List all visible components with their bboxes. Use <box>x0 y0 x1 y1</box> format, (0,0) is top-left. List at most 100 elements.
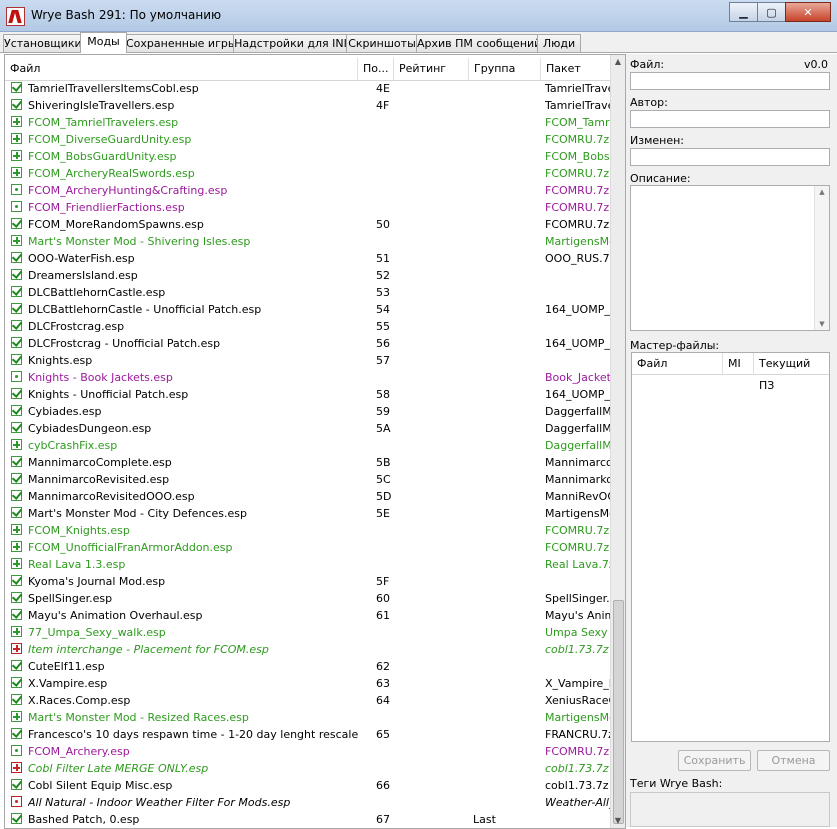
mod-row[interactable]: Mart's Monster Mod - Resized Races.esp Ma… <box>5 709 610 726</box>
mod-row[interactable]: Cybiades.esp 59 DaggerfallMe <box>5 403 610 420</box>
description-scrollbar[interactable]: ▲ ▼ <box>814 186 829 330</box>
checkbox-checked-icon[interactable] <box>11 422 22 433</box>
checkbox-red-plus-icon[interactable] <box>11 643 22 654</box>
file-name-field[interactable] <box>630 72 830 90</box>
checkbox-checked-icon[interactable] <box>11 728 22 739</box>
close-button[interactable]: ✕ <box>785 2 831 22</box>
column-package[interactable]: Пакет <box>541 58 610 80</box>
tab-saves[interactable]: Сохраненные игры <box>125 34 237 52</box>
mod-list-scrollbar[interactable]: ▲ ▼ <box>610 55 625 828</box>
checkbox-checked-icon[interactable] <box>11 456 22 467</box>
checkbox-checked-icon[interactable] <box>11 82 22 93</box>
checkbox-plus-icon[interactable] <box>11 235 22 246</box>
tab-ini-tweaks[interactable]: Надстройки для INI <box>233 34 348 52</box>
mod-row[interactable]: DLCFrostcrag.esp 55 <box>5 318 610 335</box>
scrollbar-thumb[interactable] <box>613 600 624 824</box>
checkbox-checked-icon[interactable] <box>11 473 22 484</box>
mod-row[interactable]: FCOM_Knights.esp FCOMRU.7z <box>5 522 610 539</box>
checkbox-plus-icon[interactable] <box>11 524 22 535</box>
mod-row[interactable]: FCOM_FriendlierFactions.esp FCOMRU.7z <box>5 199 610 216</box>
checkbox-red-plus-icon[interactable] <box>11 762 22 773</box>
scroll-down-arrow-icon[interactable]: ▼ <box>815 318 829 330</box>
mod-row[interactable]: Cobl Filter Late MERGE ONLY.esp cobl1.73.… <box>5 760 610 777</box>
tab-installers[interactable]: Установщики <box>3 34 82 52</box>
checkbox-dot-icon[interactable] <box>11 745 22 756</box>
mod-row[interactable]: FCOM_ArcheryRealSwords.esp FCOMRU.7z <box>5 165 610 182</box>
checkbox-checked-icon[interactable] <box>11 337 22 348</box>
mod-row[interactable]: X.Vampire.esp 63 X_Vampire_R <box>5 675 610 692</box>
checkbox-checked-icon[interactable] <box>11 269 22 280</box>
mod-row[interactable]: MannimarcoRevisited.esp 5C MannimarkoR <box>5 471 610 488</box>
column-rating[interactable]: Рейтинг <box>394 58 469 80</box>
column-group[interactable]: Группа <box>469 58 541 80</box>
masters-list[interactable]: Файл MI Текущий ПЗ <box>631 352 830 742</box>
mod-row[interactable]: OOO-WaterFish.esp 51 OOO_RUS.7z <box>5 250 610 267</box>
checkbox-checked-icon[interactable] <box>11 660 22 671</box>
mod-row[interactable]: CybiadesDungeon.esp 5A DaggerfallMe <box>5 420 610 437</box>
mod-row[interactable]: Knights - Book Jackets.esp Book_Jackets <box>5 369 610 386</box>
checkbox-checked-icon[interactable] <box>11 694 22 705</box>
tab-mods[interactable]: Моды <box>80 32 127 53</box>
masters-column-current-lo[interactable]: Текущий ПЗ <box>754 353 829 392</box>
checkbox-checked-icon[interactable] <box>11 813 22 824</box>
mod-row[interactable]: 77_Umpa_Sexy_walk.esp Umpa Sexy w <box>5 624 610 641</box>
checkbox-plus-icon[interactable] <box>11 711 22 722</box>
checkbox-plus-icon[interactable] <box>11 133 22 144</box>
description-textarea[interactable]: ▲ ▼ <box>630 185 830 331</box>
mod-row[interactable]: Kyoma's Journal Mod.esp 5F <box>5 573 610 590</box>
mod-row[interactable]: Knights.esp 57 <box>5 352 610 369</box>
masters-column-mi[interactable]: MI <box>723 353 754 375</box>
mod-row[interactable]: FCOM_TamrielTravelers.esp FCOM_Tamrie <box>5 114 610 131</box>
mod-row[interactable]: Mart's Monster Mod - City Defences.esp 5E… <box>5 505 610 522</box>
checkbox-dot-icon[interactable] <box>11 201 22 212</box>
save-button[interactable]: Сохранить <box>678 750 751 771</box>
mod-row[interactable]: MannimarcoRevisitedOOO.esp 5D ManniRevOO <box>5 488 610 505</box>
checkbox-checked-icon[interactable] <box>11 592 22 603</box>
checkbox-checked-icon[interactable] <box>11 575 22 586</box>
mod-row[interactable]: Item interchange - Placement for FCOM.es… <box>5 641 610 658</box>
checkbox-plus-icon[interactable] <box>11 558 22 569</box>
mod-row[interactable]: MannimarcoComplete.esp 5B MannimarcoC <box>5 454 610 471</box>
mod-row[interactable]: Real Lava 1.3.esp Real Lava.7z <box>5 556 610 573</box>
checkbox-checked-icon[interactable] <box>11 507 22 518</box>
scroll-down-arrow-icon[interactable]: ▼ <box>611 814 625 828</box>
mod-row[interactable]: DLCBattlehornCastle.esp 53 <box>5 284 610 301</box>
mod-row[interactable]: Mayu's Animation Overhaul.esp 61 Mayu's An… <box>5 607 610 624</box>
checkbox-checked-icon[interactable] <box>11 354 22 365</box>
checkbox-checked-icon[interactable] <box>11 320 22 331</box>
column-file[interactable]: Файл <box>5 58 358 80</box>
bash-tags-field[interactable] <box>630 792 830 827</box>
mod-row[interactable]: Knights - Unofficial Patch.esp 58 164_UOMP… <box>5 386 610 403</box>
mod-row[interactable]: DLCFrostcrag - Unofficial Patch.esp 56 164… <box>5 335 610 352</box>
mod-row[interactable]: ShiveringIsleTravellers.esp 4F TamrielTrav… <box>5 97 610 114</box>
mod-row[interactable]: FCOM_ArcheryHunting&Crafting.esp FCOMRU.7… <box>5 182 610 199</box>
tab-pm-archive[interactable]: Архив ПМ сообщений <box>416 34 541 52</box>
mod-row[interactable]: FCOM_MoreRandomSpawns.esp 50 FCOMRU.7z <box>5 216 610 233</box>
minimize-button[interactable]: ▁ <box>729 2 758 22</box>
tab-screenshots[interactable]: Скриншоты <box>346 34 418 52</box>
mod-row[interactable]: Cobl Silent Equip Misc.esp 66 cobl1.73.7z <box>5 777 610 794</box>
mod-row[interactable]: FCOM_UnofficialFranArmorAddon.esp FCOMRU.… <box>5 539 610 556</box>
mod-row[interactable]: TamrielTravellersItemsCobl.esp 4E TamrielT… <box>5 80 610 97</box>
mod-row[interactable]: CuteElf11.esp 62 <box>5 658 610 675</box>
checkbox-checked-icon[interactable] <box>11 388 22 399</box>
mod-row[interactable]: All Natural - Indoor Weather Filter For … <box>5 794 610 811</box>
checkbox-checked-icon[interactable] <box>11 252 22 263</box>
checkbox-dot-icon[interactable] <box>11 371 22 382</box>
mod-row[interactable]: X.Races.Comp.esp 64 XeniusRaceC <box>5 692 610 709</box>
mod-row[interactable]: Francesco's 10 days respawn time - 1-20 … <box>5 726 610 743</box>
checkbox-checked-icon[interactable] <box>11 286 22 297</box>
checkbox-plus-icon[interactable] <box>11 150 22 161</box>
checkbox-checked-icon[interactable] <box>11 779 22 790</box>
modified-field[interactable] <box>630 148 830 166</box>
checkbox-plus-icon[interactable] <box>11 167 22 178</box>
checkbox-checked-icon[interactable] <box>11 490 22 501</box>
checkbox-plus-icon[interactable] <box>11 439 22 450</box>
mod-row[interactable]: Bashed Patch, 0.esp 67 Last <box>5 811 610 828</box>
checkbox-plus-icon[interactable] <box>11 541 22 552</box>
mod-row[interactable]: SpellSinger.esp 60 SpellSinger.7 <box>5 590 610 607</box>
mod-row[interactable]: FCOM_BobsGuardUnity.esp FCOM_BobsG <box>5 148 610 165</box>
cancel-button[interactable]: Отмена <box>757 750 830 771</box>
column-load-order[interactable]: По... <box>358 58 394 80</box>
mod-row[interactable]: Mart's Monster Mod - Shivering Isles.esp… <box>5 233 610 250</box>
